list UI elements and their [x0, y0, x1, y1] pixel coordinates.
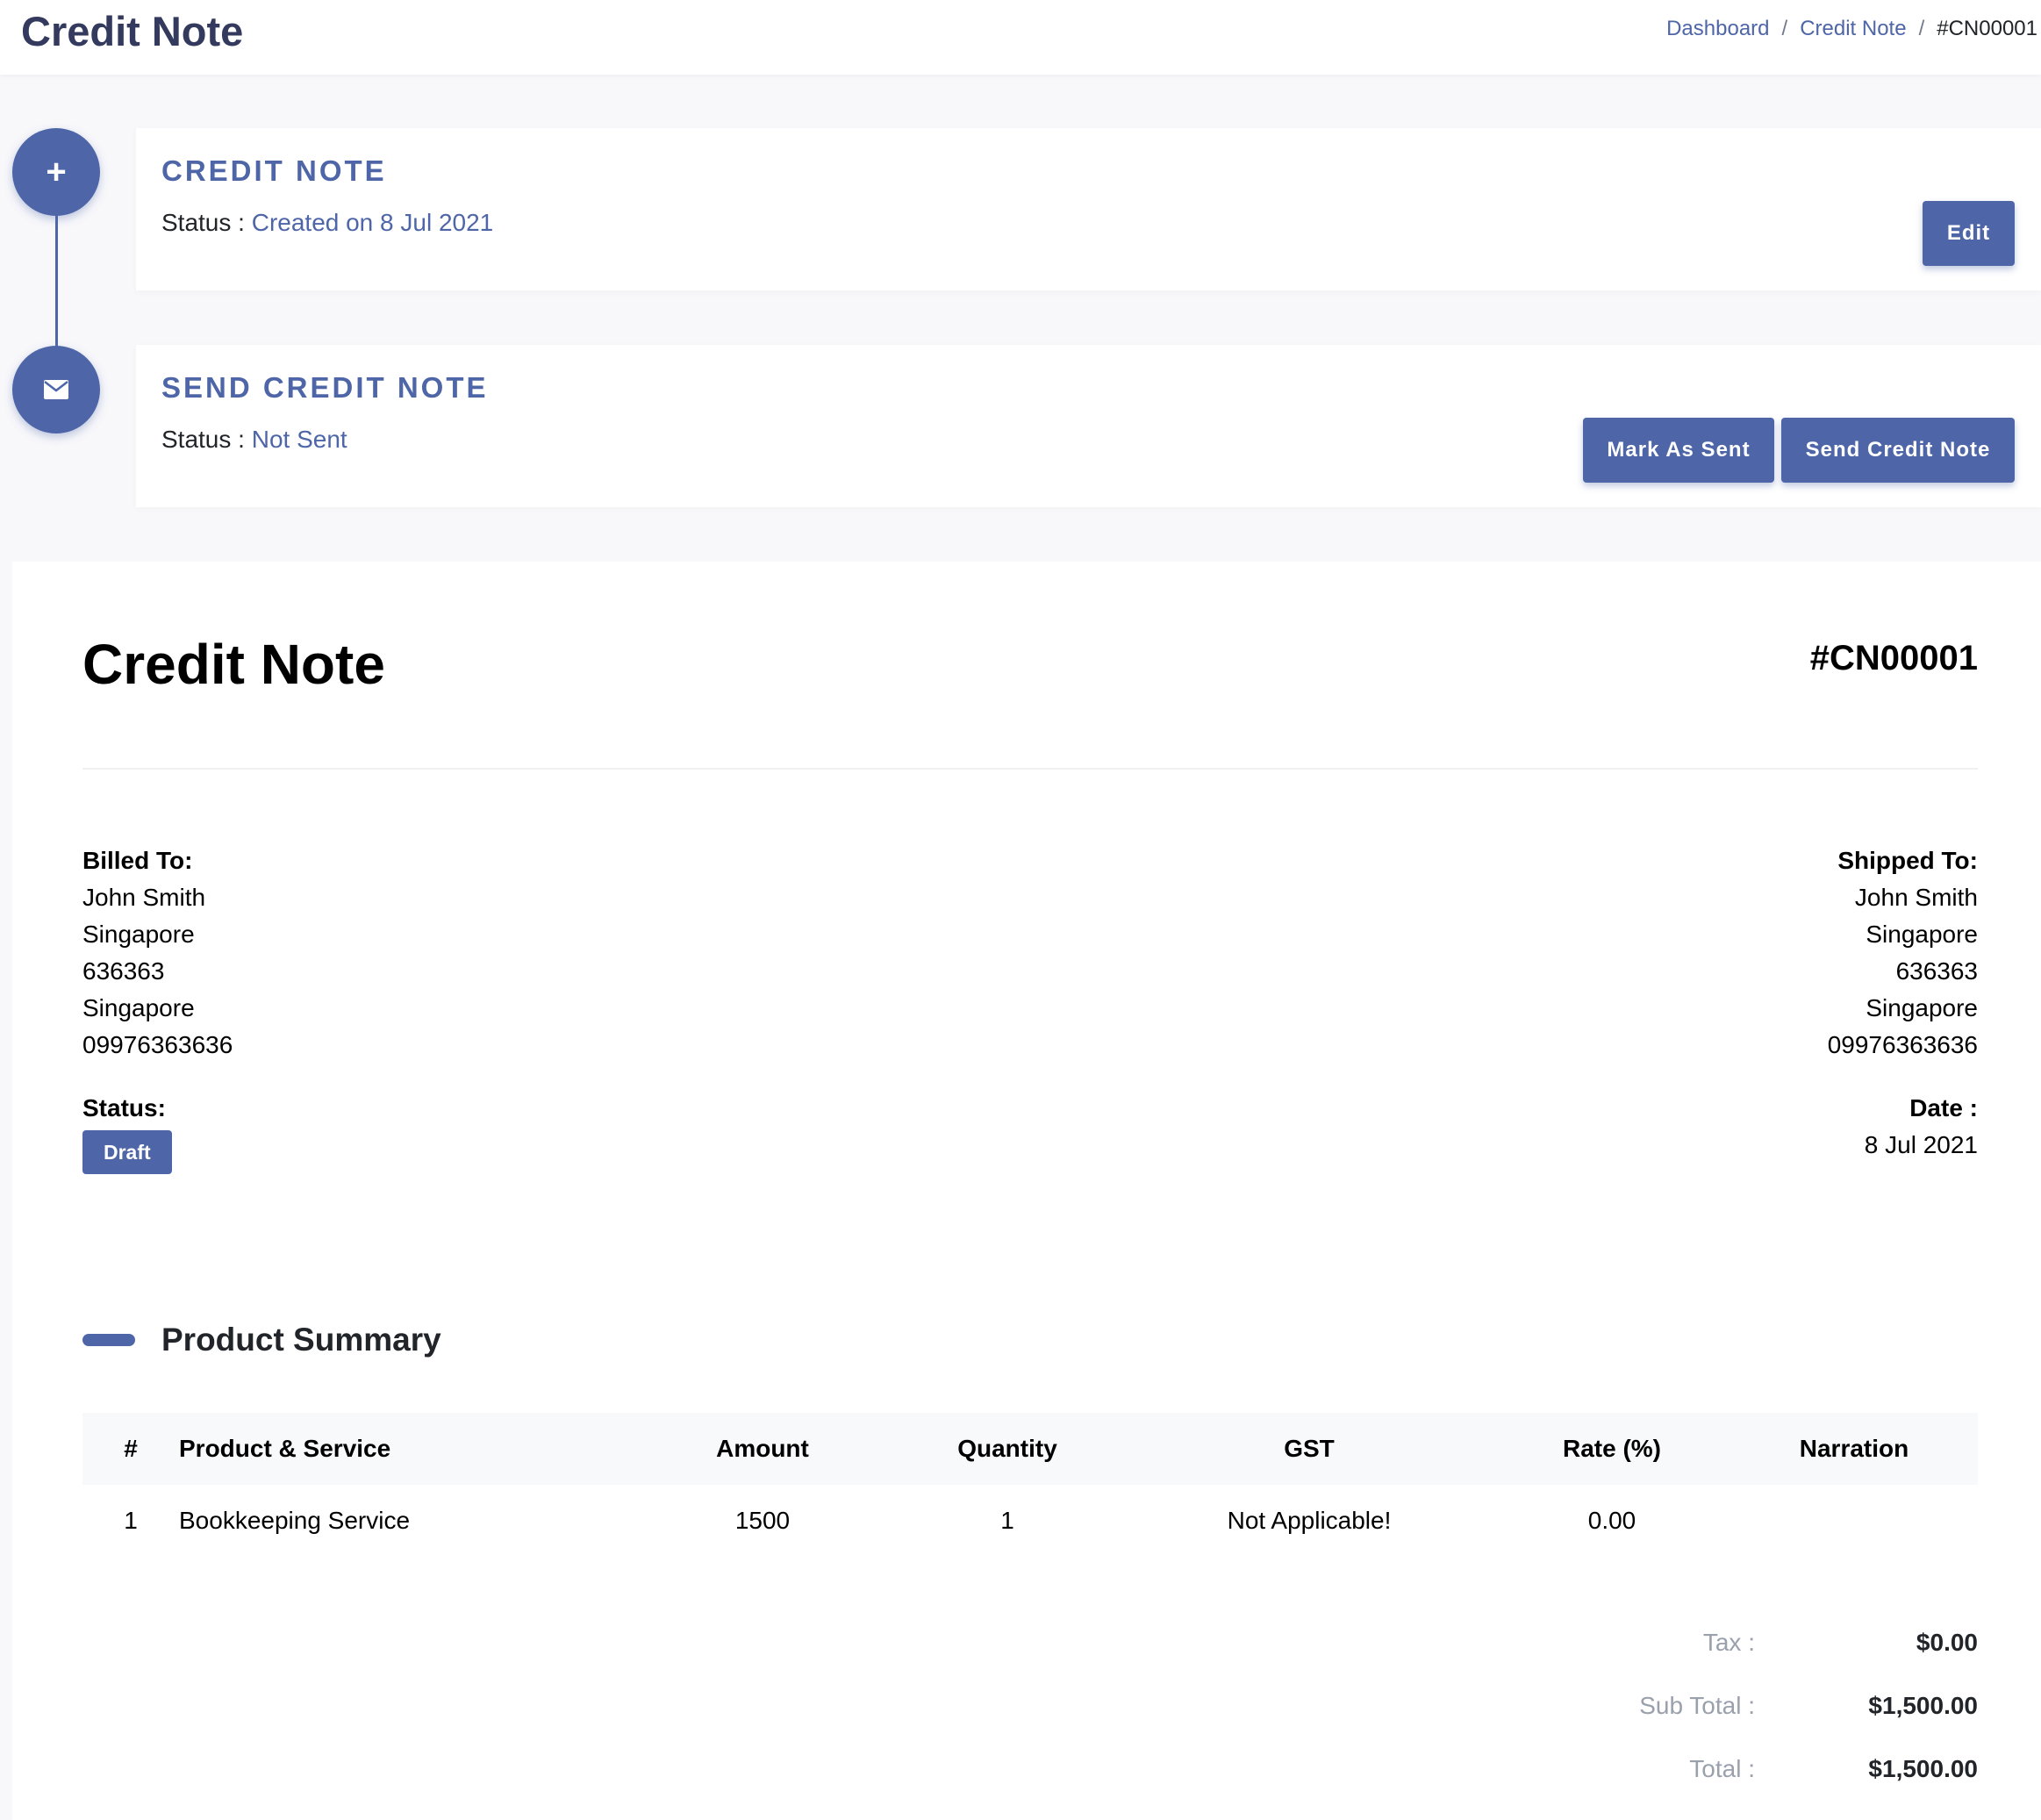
- send-credit-note-button[interactable]: Send Credit Note: [1781, 418, 2015, 483]
- top-bar: Credit Note Dashboard / Credit Note / #C…: [0, 0, 2041, 75]
- shipped-to-city: Singapore: [1866, 921, 1978, 948]
- status-badge: Draft: [82, 1130, 172, 1174]
- status-block: Status: Draft: [82, 1090, 172, 1174]
- date-heading: Date :: [1909, 1094, 1978, 1121]
- create-step-title: CREDIT NOTE: [161, 154, 387, 187]
- breadcrumb-current: #CN00001: [1937, 17, 2037, 40]
- billed-to-country: Singapore: [82, 994, 195, 1021]
- breadcrumb-separator: /: [1781, 17, 1788, 40]
- send-step-card: SEND CREDIT NOTE Status : Not Sent Mark …: [136, 345, 2041, 507]
- column-header-number: #: [124, 1435, 138, 1462]
- shipped-to-name: John Smith: [1854, 884, 1978, 911]
- subtotal-label: Sub Total :: [1639, 1692, 1755, 1719]
- product-table: # Product & Service Amount Quantity GST …: [82, 1413, 1978, 1557]
- billed-to-name: John Smith: [82, 884, 206, 911]
- shipped-to-heading: Shipped To:: [1837, 847, 1978, 874]
- plus-icon: +: [46, 153, 67, 191]
- column-header-quantity: Quantity: [957, 1435, 1057, 1462]
- shipped-to-country: Singapore: [1866, 994, 1978, 1021]
- credit-note-document: Credit Note #CN00001 Billed To: John Smi…: [12, 562, 2041, 1820]
- billed-to-block: Billed To: John Smith Singapore 636363 S…: [82, 842, 233, 1064]
- table-header-row: # Product & Service Amount Quantity GST …: [82, 1413, 1978, 1485]
- status-label: Status :: [161, 209, 245, 236]
- date-block: Date : 8 Jul 2021: [1865, 1090, 1978, 1164]
- product-summary-title: Product Summary: [161, 1322, 441, 1358]
- envelope-icon: [44, 380, 68, 399]
- column-header-rate: Rate (%): [1562, 1435, 1661, 1462]
- create-step-card: CREDIT NOTE Status : Created on 8 Jul 20…: [136, 128, 2041, 290]
- row-quantity: 1: [1000, 1507, 1014, 1534]
- column-header-product: Product & Service: [179, 1435, 391, 1462]
- column-header-narration: Narration: [1799, 1435, 1909, 1462]
- billed-to-phone: 09976363636: [82, 1031, 233, 1058]
- date-value: 8 Jul 2021: [1864, 1131, 1978, 1158]
- billed-to-postal: 636363: [82, 957, 165, 985]
- tax-value: $0.00: [1916, 1629, 1978, 1656]
- status-value: Created on 8 Jul 2021: [251, 209, 494, 236]
- shipped-to-phone: 09976363636: [1827, 1031, 1978, 1058]
- tax-label: Tax :: [1702, 1629, 1755, 1656]
- section-accent-bar: [82, 1334, 135, 1346]
- column-header-gst: GST: [1284, 1435, 1335, 1462]
- breadcrumb-separator: /: [1918, 17, 1925, 40]
- status-label: Status :: [161, 426, 245, 453]
- billed-to-city: Singapore: [82, 921, 195, 948]
- subtotal-value: $1,500.00: [1868, 1692, 1978, 1719]
- step-send-circle: [12, 346, 100, 434]
- row-rate: 0.00: [1587, 1507, 1636, 1534]
- billed-to-heading: Billed To:: [82, 847, 193, 874]
- table-row: 1 Bookkeeping Service 1500 1 Not Applica…: [82, 1485, 1978, 1557]
- status-value: Not Sent: [251, 426, 347, 453]
- shipped-to-postal: 636363: [1895, 957, 1978, 985]
- create-step-status: Status : Created on 8 Jul 2021: [161, 209, 493, 237]
- column-header-amount: Amount: [716, 1435, 809, 1462]
- document-title: Credit Note: [82, 633, 385, 696]
- send-step-title: SEND CREDIT NOTE: [161, 371, 489, 404]
- row-product: Bookkeeping Service: [179, 1507, 411, 1534]
- step-create-circle: +: [12, 128, 100, 216]
- breadcrumb-credit-note-link[interactable]: Credit Note: [1800, 16, 1906, 42]
- breadcrumb-dashboard-link[interactable]: Dashboard: [1666, 16, 1769, 42]
- shipped-to-block: Shipped To: John Smith Singapore 636363 …: [1828, 842, 1978, 1064]
- row-narration: [1730, 1485, 1978, 1557]
- row-amount: 1500: [734, 1507, 791, 1534]
- total-label: Total :: [1689, 1755, 1755, 1782]
- mark-as-sent-button[interactable]: Mark As Sent: [1583, 418, 1774, 483]
- document-number: #CN00001: [1809, 639, 1978, 677]
- divider: [82, 768, 1978, 770]
- breadcrumb: Dashboard / Credit Note / #CN00001: [1666, 16, 2037, 42]
- row-number: 1: [124, 1507, 138, 1534]
- row-gst: Not Applicable!: [1227, 1507, 1392, 1534]
- page-title: Credit Note: [21, 8, 244, 54]
- total-value: $1,500.00: [1868, 1755, 1978, 1782]
- status-heading: Status:: [82, 1094, 166, 1121]
- edit-button[interactable]: Edit: [1923, 201, 2015, 266]
- send-step-status: Status : Not Sent: [161, 426, 347, 454]
